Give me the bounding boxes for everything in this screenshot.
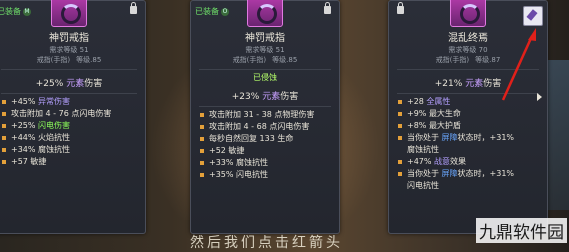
caption-text: 然后我们点击红箭头 <box>190 235 343 251</box>
red-arrow-annotation <box>501 28 536 101</box>
watermark: 九鼎软件园 <box>476 218 567 243</box>
mouse-cursor-icon <box>537 93 542 101</box>
